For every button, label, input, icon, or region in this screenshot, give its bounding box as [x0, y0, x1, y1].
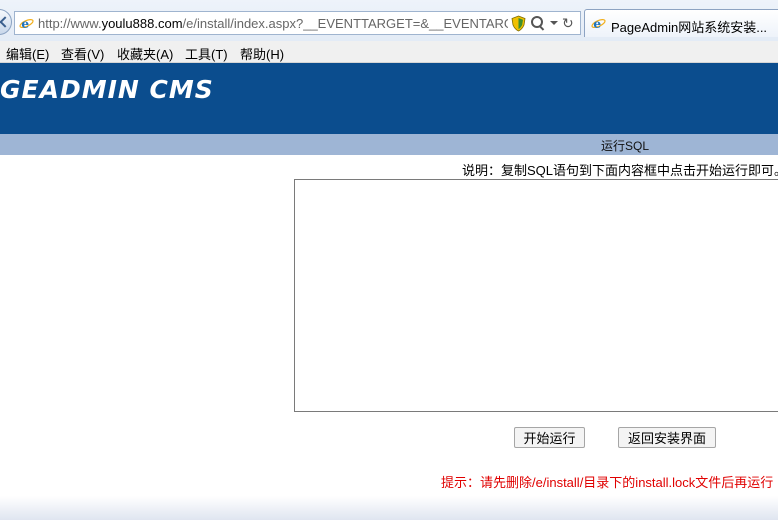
address-text[interactable]: http://www.youlu888.com/e/install/index.…	[38, 16, 508, 31]
address-path: /e/install/index.aspx?__EVENTTARGET=&__E…	[182, 16, 508, 31]
address-host: youlu888.com	[101, 16, 183, 31]
site-logo: GEADMIN CMS	[0, 75, 214, 104]
tab-ie-icon: e	[591, 17, 606, 31]
menu-bar: 编辑(E) 查看(V) 收藏夹(A) 工具(T) 帮助(H)	[0, 41, 778, 63]
svg-text:e: e	[593, 17, 601, 31]
menu-view[interactable]: 查看(V)	[61, 44, 104, 63]
site-header: GEADMIN CMS	[0, 63, 778, 134]
menu-edit[interactable]: 编辑(E)	[6, 44, 49, 63]
address-prefix: http://www.	[38, 16, 102, 31]
section-title-bar: 运行SQL	[0, 134, 778, 155]
address-bar[interactable]: e http://www.youlu888.com/e/install/inde…	[14, 11, 581, 35]
menu-tools[interactable]: 工具(T)	[185, 44, 228, 63]
browser-chrome: e http://www.youlu888.com/e/install/inde…	[0, 0, 778, 63]
description-text: 说明：复制SQL语句到下面内容框中点击开始运行即可。	[462, 163, 778, 178]
browser-tab[interactable]: e PageAdmin网站系统安装...	[584, 9, 778, 37]
menu-help[interactable]: 帮助(H)	[240, 44, 284, 63]
menu-favorites[interactable]: 收藏夹(A)	[117, 44, 173, 63]
svg-text:e: e	[21, 17, 29, 31]
run-sql-button[interactable]: 开始运行	[514, 427, 585, 448]
dropdown-icon[interactable]	[550, 21, 558, 25]
tip-text: 提示：请先删除/e/install/目录下的install.lock文件后再运行	[441, 475, 774, 490]
ie-logo-icon: e	[19, 17, 34, 31]
refresh-icon[interactable]: ↻	[562, 16, 574, 30]
bottom-bar	[0, 496, 778, 520]
back-to-install-button[interactable]: 返回安装界面	[618, 427, 716, 448]
security-shield-icon[interactable]	[511, 15, 526, 32]
sql-input[interactable]	[294, 179, 778, 412]
page-title: 运行SQL	[601, 139, 650, 153]
back-arrow-icon[interactable]	[0, 9, 12, 35]
tab-title: PageAdmin网站系统安装...	[611, 20, 768, 35]
search-icon[interactable]	[530, 15, 546, 31]
